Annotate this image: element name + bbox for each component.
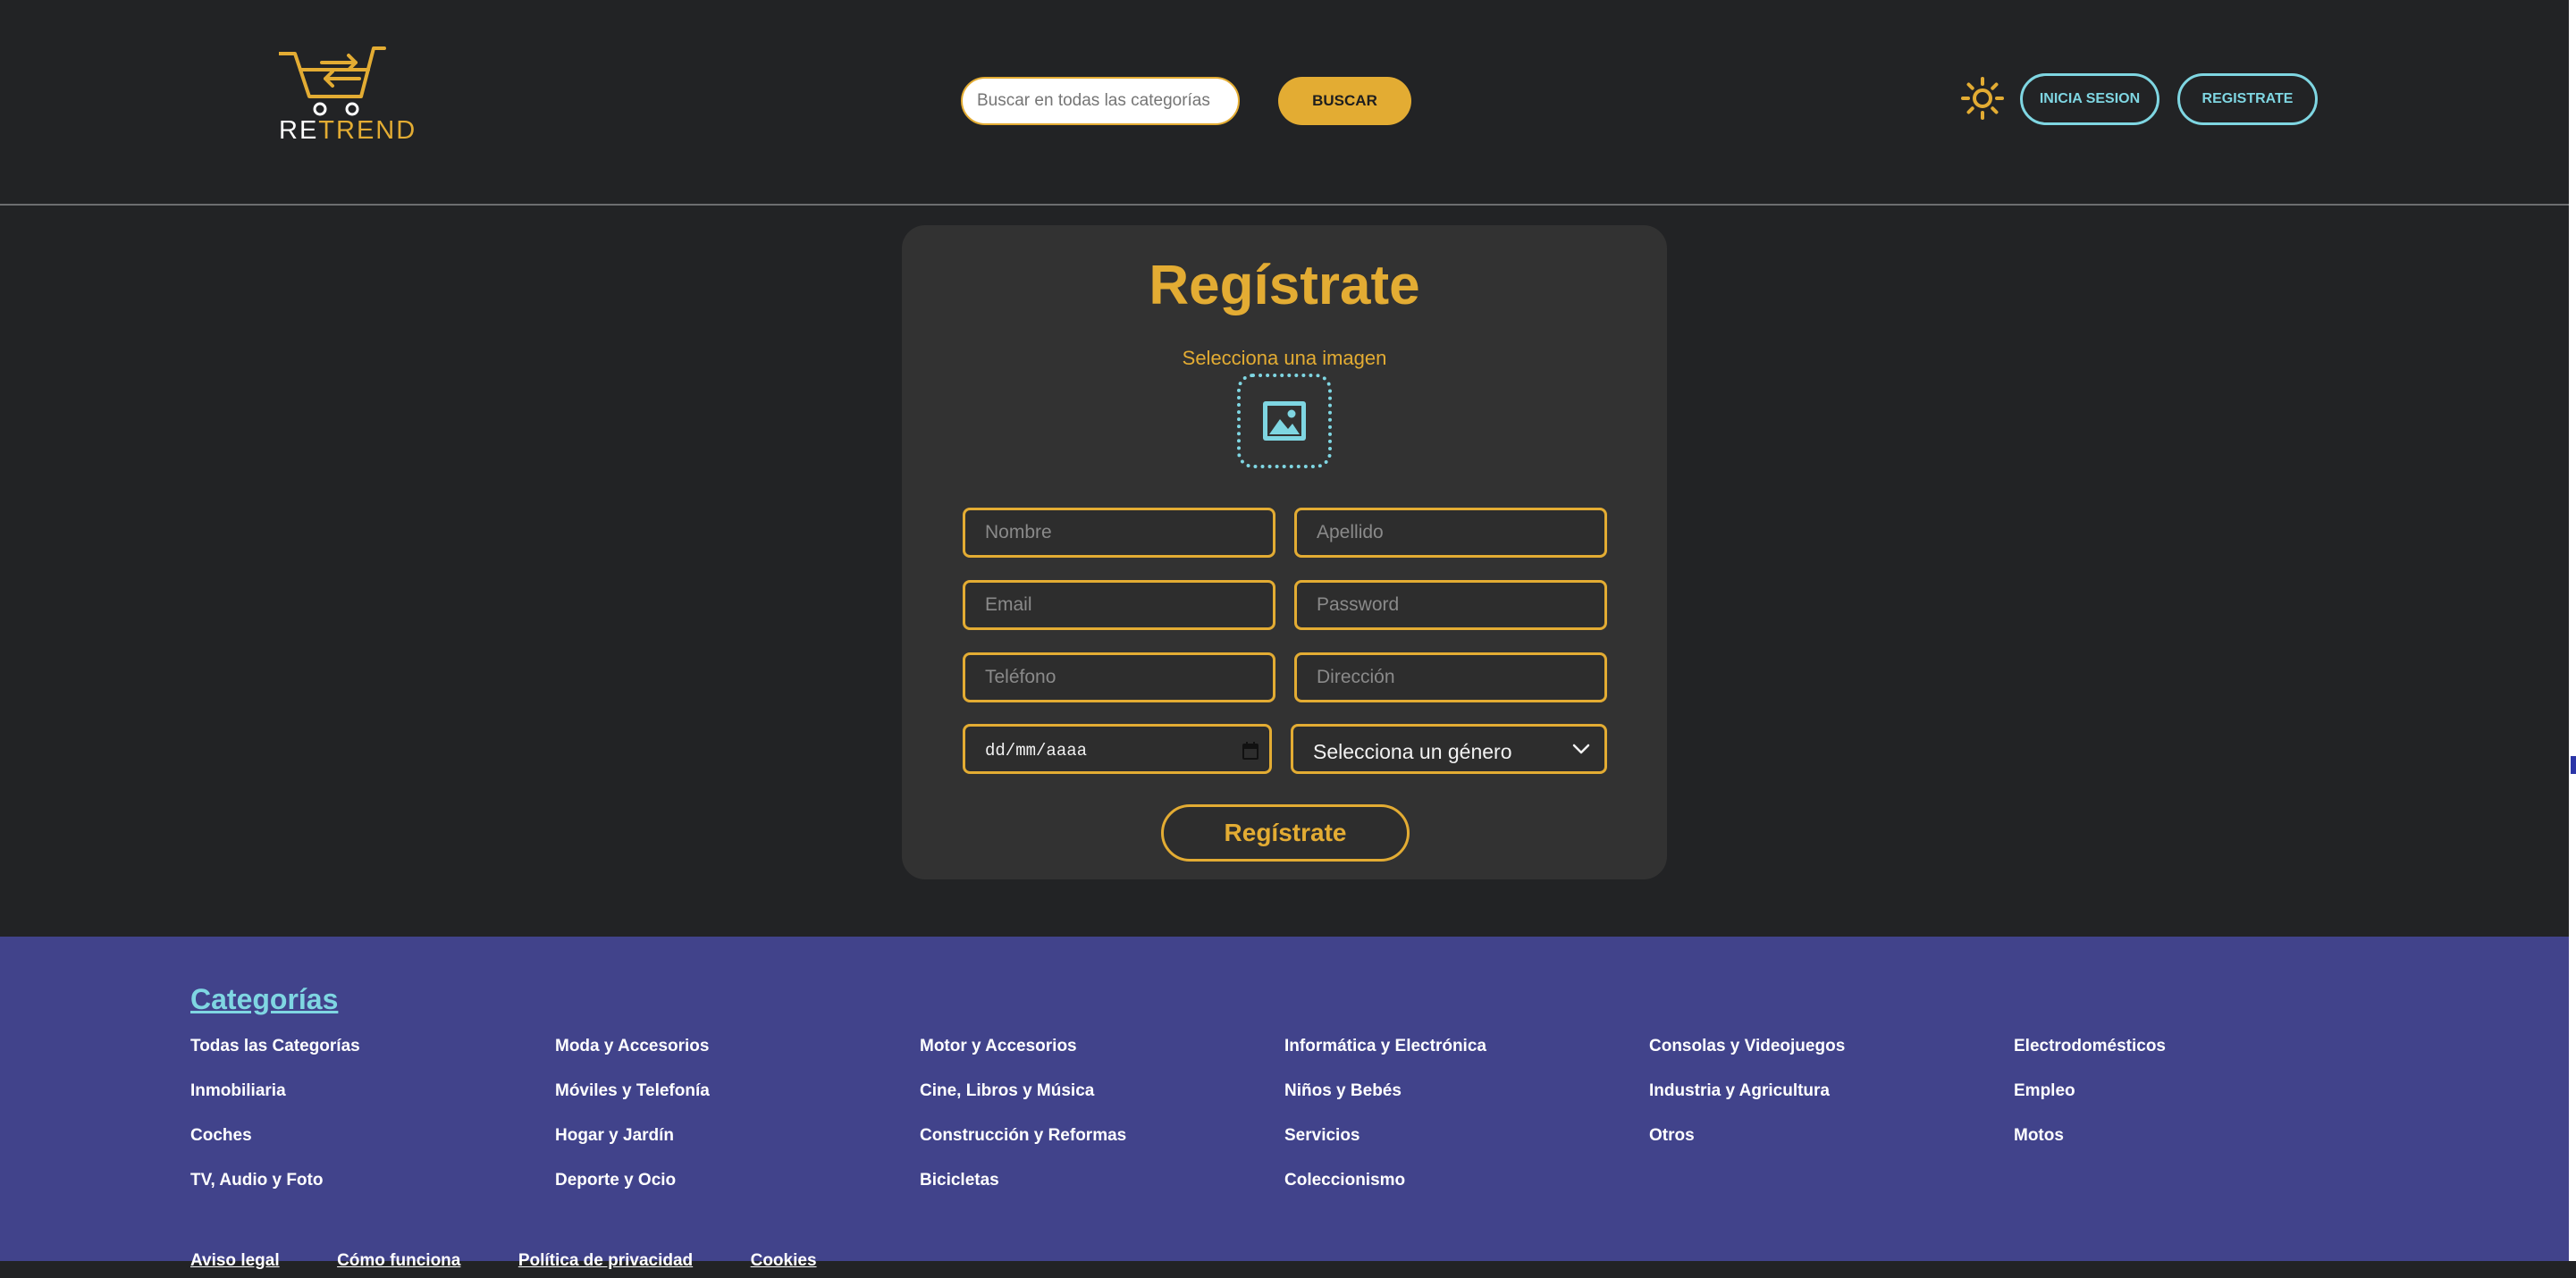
birthdate-field[interactable]: dd/mm/aaaa xyxy=(963,724,1272,774)
submit-register-button[interactable]: Regístrate xyxy=(1161,804,1410,862)
category-column: Todas las Categorías Inmobiliaria Coches… xyxy=(190,1037,548,1215)
category-link[interactable]: Motos xyxy=(2014,1126,2371,1171)
category-link[interactable]: Informática y Electrónica xyxy=(1284,1037,1642,1081)
gender-select-value: Selecciona un género xyxy=(1313,740,1512,763)
category-link[interactable]: Inmobiliaria xyxy=(190,1081,548,1126)
privacy-policy-link[interactable]: Política de privacidad xyxy=(518,1251,693,1271)
search-button[interactable]: BUSCAR xyxy=(1278,77,1411,125)
image-select-label: Selecciona una imagen xyxy=(1182,347,1387,369)
cookies-link[interactable]: Cookies xyxy=(751,1251,817,1271)
category-link[interactable]: Consolas y Videojuegos xyxy=(1649,1037,2007,1081)
category-column: Moda y Accesorios Móviles y Telefonía Ho… xyxy=(555,1037,913,1215)
category-link[interactable]: Moda y Accesorios xyxy=(555,1037,913,1081)
category-link[interactable]: Bicicletas xyxy=(920,1171,1277,1215)
date-placeholder: dd/mm/aaaa xyxy=(985,741,1088,761)
register-button[interactable]: REGISTRATE xyxy=(2177,73,2318,125)
logo-text-trend: TREND xyxy=(318,116,417,145)
direccion-field[interactable] xyxy=(1294,652,1607,702)
category-link[interactable]: Niños y Bebés xyxy=(1284,1081,1642,1126)
category-link[interactable]: Motor y Accesorios xyxy=(920,1037,1277,1081)
login-button[interactable]: INICIA SESION xyxy=(2020,73,2159,125)
categories-heading[interactable]: Categorías xyxy=(190,983,338,1016)
category-link[interactable]: TV, Audio y Foto xyxy=(190,1171,548,1215)
window-right-edge xyxy=(2569,0,2576,1261)
category-link[interactable]: Servicios xyxy=(1284,1126,1642,1171)
category-link[interactable]: Electrodomésticos xyxy=(2014,1037,2371,1081)
apellido-field[interactable] xyxy=(1294,508,1607,558)
category-link[interactable]: Construcción y Reformas xyxy=(920,1126,1277,1171)
password-field[interactable] xyxy=(1294,580,1607,630)
category-column: Motor y Accesorios Cine, Libros y Música… xyxy=(920,1037,1277,1215)
calendar-icon[interactable] xyxy=(1242,742,1259,760)
category-link[interactable]: Cine, Libros y Música xyxy=(920,1081,1277,1126)
theme-toggle[interactable] xyxy=(1961,77,2004,120)
category-column: Informática y Electrónica Niños y Bebés … xyxy=(1284,1037,1642,1215)
email-field[interactable] xyxy=(963,580,1275,630)
category-link[interactable]: Móviles y Telefonía xyxy=(555,1081,913,1126)
gender-select[interactable]: Selecciona un género xyxy=(1291,724,1607,774)
window-edge-mark xyxy=(2571,756,2576,774)
chevron-down-icon xyxy=(1572,744,1590,754)
logo-text-re: RE xyxy=(279,116,319,145)
site-footer: Categorías Todas las Categorías Inmobili… xyxy=(0,937,2569,1270)
footer-bottom-links: Aviso legal Cómo funciona Política de pr… xyxy=(190,1251,871,1278)
register-card: Regístrate Selecciona una imagen dd/mm/a… xyxy=(902,225,1667,879)
category-link[interactable]: Deporte y Ocio xyxy=(555,1171,913,1215)
category-link[interactable]: Empleo xyxy=(2014,1081,2371,1126)
logo-text: RETREND xyxy=(279,116,415,146)
category-link[interactable]: Todas las Categorías xyxy=(190,1037,548,1081)
category-link[interactable]: Otros xyxy=(1649,1126,2007,1171)
page-title: Regístrate xyxy=(1149,255,1420,316)
category-link[interactable]: Hogar y Jardín xyxy=(555,1126,913,1171)
site-header: RETREND BUSCAR INICIA SESION REGISTRATE xyxy=(0,0,2569,206)
how-it-works-link[interactable]: Cómo funciona xyxy=(337,1251,460,1271)
legal-notice-link[interactable]: Aviso legal xyxy=(190,1251,280,1271)
retrend-logo[interactable]: RETREND xyxy=(279,43,415,148)
category-column: Consolas y Videojuegos Industria y Agric… xyxy=(1649,1037,2007,1171)
category-link[interactable]: Coleccionismo xyxy=(1284,1171,1642,1215)
sun-icon xyxy=(1961,77,2004,120)
category-link[interactable]: Coches xyxy=(190,1126,548,1171)
image-placeholder-icon xyxy=(1263,401,1306,441)
category-link[interactable]: Industria y Agricultura xyxy=(1649,1081,2007,1126)
nombre-field[interactable] xyxy=(963,508,1275,558)
cart-logo-icon xyxy=(279,46,386,116)
telefono-field[interactable] xyxy=(963,652,1275,702)
search-input[interactable] xyxy=(961,77,1240,125)
image-picker[interactable] xyxy=(1237,374,1332,468)
category-column: Electrodomésticos Empleo Motos xyxy=(2014,1037,2371,1171)
